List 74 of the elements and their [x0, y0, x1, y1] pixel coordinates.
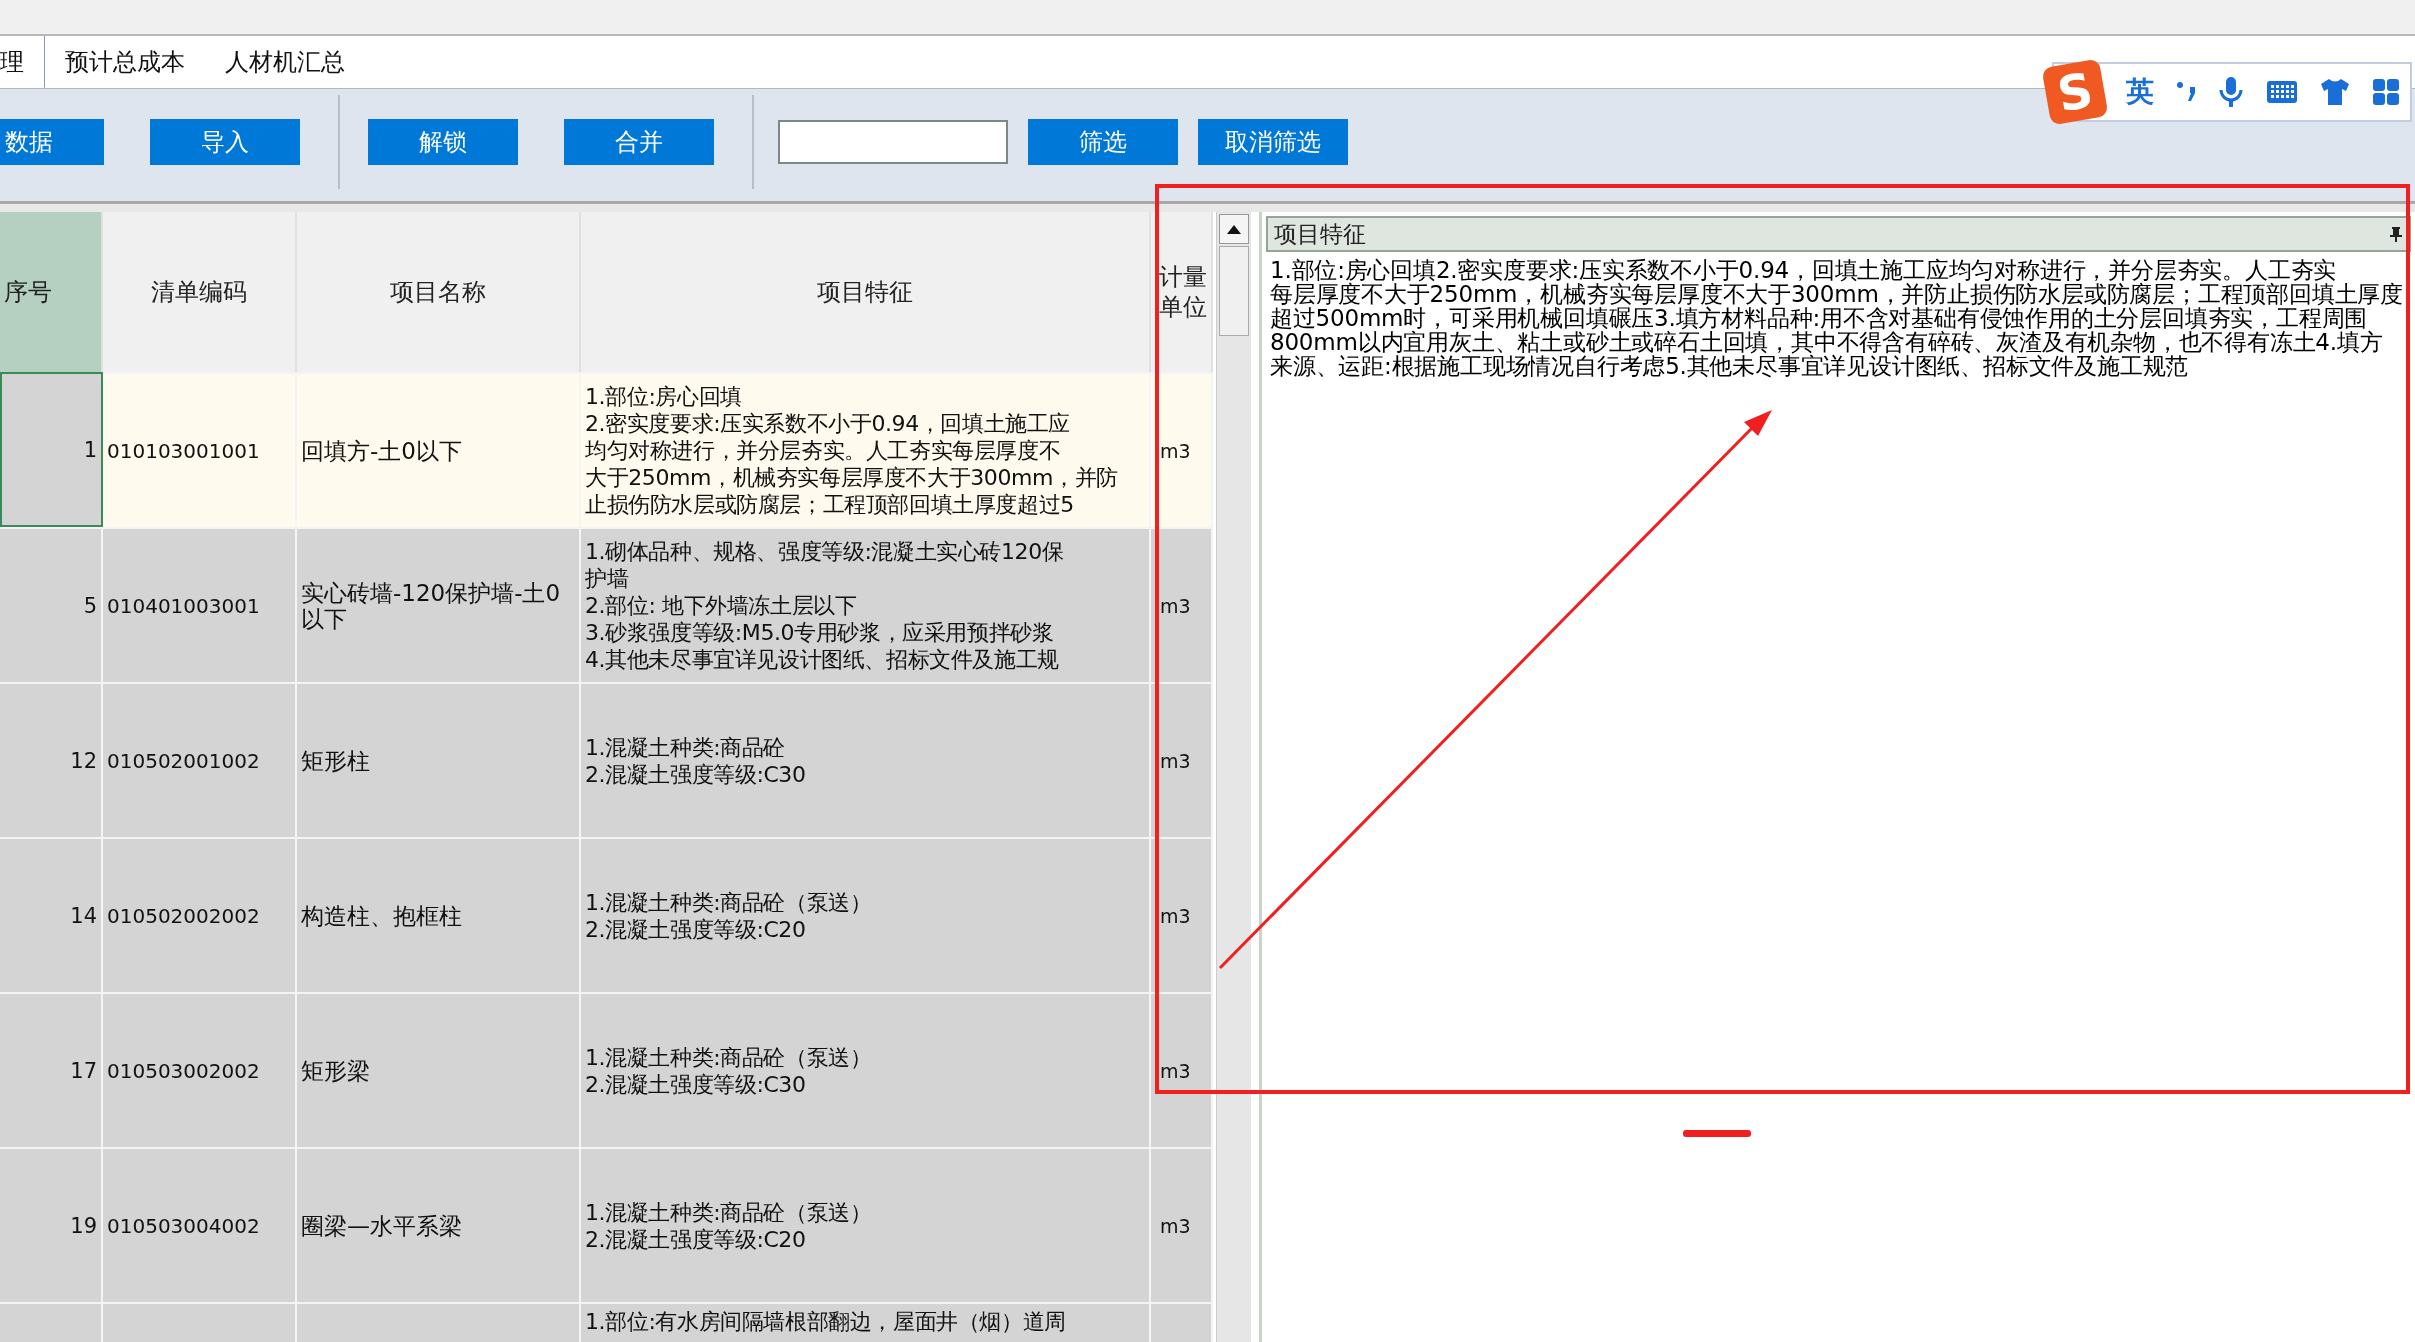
- table-cell: m3: [1151, 992, 1213, 1147]
- table-cell: 1: [0, 372, 103, 527]
- feature-line: 均匀对称进行，并分层夯实。人工夯实每层厚度不: [585, 437, 1061, 464]
- feature-line: 1.砌体品种、规格、强度等级:混凝土实心砖120保: [585, 538, 1064, 565]
- table-cell: m3: [1151, 1147, 1213, 1302]
- toolbar-button[interactable]: 取消筛选: [1198, 119, 1348, 165]
- keyboard-icon[interactable]: [2266, 80, 2298, 104]
- filter-field[interactable]: [778, 120, 1008, 164]
- column-header: 项目特征: [581, 212, 1151, 372]
- table-cell: 010103001001: [103, 372, 297, 527]
- feature-line: 护墙: [585, 565, 629, 592]
- toolbar-button[interactable]: 解锁: [368, 119, 518, 165]
- up-arrow-icon[interactable]: [1227, 224, 1241, 234]
- table-cell: 010503004002: [103, 1147, 297, 1302]
- pin-icon[interactable]: [2389, 226, 2403, 242]
- table-cell: 圈梁—水平系梁: [297, 1147, 581, 1302]
- feature-line: 4.其他未尽事宜详见设计图纸、招标文件及施工规: [585, 646, 1059, 673]
- feature-text-line: 800mm以内宜用灰土、粘土或砂土或碎石土回填，其中不得含有碎砖、灰渣及有机杂物，也不得有冻土4.填方: [1270, 330, 2384, 354]
- microphone-icon[interactable]: [2218, 76, 2244, 108]
- feature-line: 1.混凝土种类:商品砼: [585, 733, 785, 761]
- scrollbar-thumb[interactable]: [1219, 246, 1249, 336]
- toolbar-button[interactable]: 筛选: [1028, 119, 1178, 165]
- scrollbar[interactable]: [1216, 212, 1251, 1342]
- table-cell: 010401003001: [103, 527, 297, 682]
- table-cell: 构造柱、抱框柱: [297, 837, 581, 992]
- feature-line: 大于250mm，机械夯实每层厚度不大于300mm，并防: [585, 464, 1118, 491]
- feature-text-line: 超过500mm时，可采用机械回填碾压3.填方材料品种:用不含对基础有侵蚀作用的土分层回填夯实，工程周围: [1270, 306, 2368, 330]
- table-cell: 回填方-土0以下: [297, 372, 581, 527]
- table-cell: 5: [0, 527, 103, 682]
- annotation-dash: [1683, 1130, 1751, 1137]
- feature-line: 1.混凝土种类:商品砼（泵送）: [585, 1198, 872, 1226]
- tab[interactable]: 理: [0, 36, 45, 88]
- toolbar-button[interactable]: 数据: [0, 119, 104, 165]
- feature-text-line: 每层厚度不大于250mm，机械夯实每层厚度不大于300mm，并防止损伤防水层或防腐层；工程顶部回填土厚度: [1270, 282, 2405, 306]
- column-header: 计量单位: [1151, 212, 1213, 372]
- table-cell: 14: [0, 837, 103, 992]
- table-cell: m3: [1151, 837, 1213, 992]
- table-cell: 010502002002: [103, 837, 297, 992]
- table-cell: m3: [1151, 682, 1213, 837]
- input-mode-toggle[interactable]: 英: [2126, 73, 2154, 111]
- feature-line: 止损伤防水层或防腐层；工程顶部回填土厚度超过5: [585, 491, 1074, 518]
- tab[interactable]: 预计总成本: [45, 36, 205, 88]
- feature-line: 2.混凝土强度等级:C30: [585, 1070, 806, 1098]
- table-cell: 矩形柱: [297, 682, 581, 837]
- feature-text-line: 来源、运距:根据施工现场情况自行考虑5.其他未尽事宜详见设计图纸、招标文件及施工规范: [1270, 354, 2190, 378]
- panel-title: 项目特征: [1274, 219, 1366, 249]
- feature-line: 3.砂浆强度等级:M5.0专用砂浆，应采用预拌砂浆: [585, 619, 1054, 646]
- shirt-icon[interactable]: [2320, 78, 2350, 106]
- feature-text-line: 1.部位:房心回填2.密实度要求:压实系数不小于0.94，回填土施工应均匀对称进行，并分层夯实。人工夯实: [1270, 258, 2338, 282]
- toolbar-button[interactable]: 导入: [150, 119, 300, 165]
- table-cell: 010502001002: [103, 682, 297, 837]
- table-cell: 矩形梁: [297, 992, 581, 1147]
- feature-line: 2.部位: 地下外墙冻土层以下: [585, 592, 857, 619]
- feature-line: 1.部位:有水房间隔墙根部翻边，屋面井（烟）道周: [585, 1308, 1066, 1335]
- feature-line: 1.部位:房心回填: [585, 383, 742, 410]
- table-cell: 12: [0, 682, 103, 837]
- table-cell: 19: [0, 1147, 103, 1302]
- tab[interactable]: 人材机汇总: [205, 36, 365, 88]
- feature-line: 1.混凝土种类:商品砼（泵送）: [585, 888, 872, 916]
- table-cell: 17: [0, 992, 103, 1147]
- feature-line: 2.混凝土强度等级:C30: [585, 760, 806, 788]
- feature-line: 2.密实度要求:压实系数不小于0.94，回填土施工应: [585, 410, 1070, 437]
- feature-line: 1.混凝土种类:商品砼（泵送）: [585, 1043, 872, 1071]
- column-header: 项目名称: [297, 212, 581, 372]
- table-cell: 010503002002: [103, 992, 297, 1147]
- feature-line: 2.混凝土强度等级:C20: [585, 1225, 806, 1253]
- feature-line: 2.混凝土强度等级:C20: [585, 915, 806, 943]
- column-header: 清单编码: [103, 212, 297, 372]
- table-cell: m3: [1151, 527, 1213, 682]
- toolbar-button[interactable]: 合并: [564, 119, 714, 165]
- column-header: 序号: [0, 212, 103, 372]
- grid-icon[interactable]: [2372, 78, 2400, 106]
- table-cell: 实心砖墙-120保护墙-土0以下: [297, 527, 581, 682]
- table-cell: m3: [1151, 372, 1213, 527]
